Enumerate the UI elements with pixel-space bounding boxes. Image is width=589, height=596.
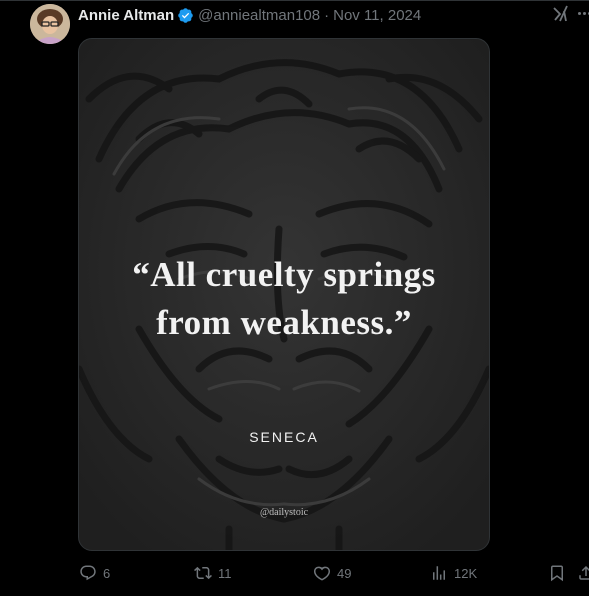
author-handle[interactable]: @anniealtman108	[198, 7, 320, 24]
views-icon	[433, 566, 445, 580]
bookmark-icon	[551, 565, 563, 582]
share-button[interactable]	[577, 564, 589, 582]
like-count: 49	[337, 565, 352, 581]
tweet-header: Annie Altman @anniealtman108 · Nov 11, 2…	[78, 5, 421, 25]
reply-count: 6	[103, 565, 111, 581]
top-divider	[0, 0, 589, 1]
quote-line-2: from weakness.”	[156, 303, 412, 342]
author-name[interactable]: Annie Altman	[78, 7, 174, 24]
quote-text: “All cruelty springs from weakness.”	[79, 251, 489, 347]
repost-button[interactable]: 11	[194, 564, 232, 582]
image-credit: @dailystoic	[259, 507, 309, 518]
separator-dot: ·	[324, 6, 330, 24]
repost-icon	[194, 566, 212, 580]
reply-button[interactable]: 6	[79, 564, 110, 582]
tweet-media-image[interactable]: “All cruelty springs from weakness.” SEN…	[78, 38, 490, 551]
repost-count: 11	[218, 565, 232, 581]
quote-line-1: “All cruelty springs	[132, 255, 436, 294]
avatar[interactable]	[30, 4, 70, 44]
tweet-date[interactable]: Nov 11, 2024	[333, 7, 421, 24]
verified-badge-icon	[177, 7, 194, 24]
like-button[interactable]: 49	[313, 564, 351, 582]
like-icon	[313, 566, 331, 581]
quote-author: SENECA	[249, 429, 319, 445]
bookmark-button[interactable]	[548, 564, 566, 582]
views-count: 12K	[454, 565, 478, 581]
reply-icon	[80, 565, 96, 581]
share-icon	[579, 565, 589, 580]
views-button[interactable]: 12K	[430, 564, 477, 582]
more-icon[interactable]	[578, 12, 589, 15]
grok-icon[interactable]	[552, 5, 570, 23]
